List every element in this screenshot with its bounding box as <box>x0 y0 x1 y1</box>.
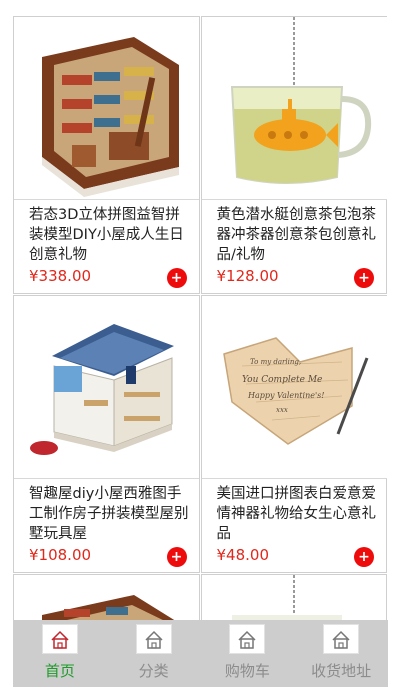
product-image-dollhouse-library[interactable] <box>14 575 199 621</box>
tab-label: 首页 <box>44 662 75 680</box>
heart-text-line2: You Complete Me <box>242 375 322 385</box>
heart-text-line4: xxx <box>276 406 288 414</box>
tab-label: 分类 <box>138 662 169 680</box>
product-card[interactable] <box>13 574 200 622</box>
product-grid: 若态3D立体拼图益智拼装模型DIY小屋成人生日创意礼物 ¥338.00 + 黄色… <box>13 16 388 623</box>
card-divider <box>201 478 387 479</box>
add-to-cart-button[interactable]: + <box>354 268 374 288</box>
product-card[interactable]: To my darling, You Complete Me Happy Val… <box>200 295 387 573</box>
heart-text-line1: To my darling, <box>250 358 301 366</box>
bottom-tab-bar: 首页 分类 购物车 收货地址 <box>13 620 388 687</box>
add-to-cart-button[interactable]: + <box>166 268 187 288</box>
tab-label: 购物车 <box>224 662 270 680</box>
tab-label: 收货地址 <box>311 662 372 680</box>
product-title[interactable]: 智趣屋diy小屋西雅图手工制作房子拼装模型屋别墅玩具屋 <box>29 484 189 544</box>
product-image-submarine-tea-infuser[interactable] <box>201 575 387 621</box>
home-icon <box>41 624 78 654</box>
product-price: ¥128.00 <box>216 267 279 285</box>
product-title[interactable]: 若态3D立体拼图益智拼装模型DIY小屋成人生日创意礼物 <box>29 205 189 265</box>
product-image-dollhouse-library[interactable] <box>14 17 199 199</box>
product-title[interactable]: 美国进口拼图表白爱意爱情神器礼物给女生心意礼品 <box>217 484 377 544</box>
home-icon <box>229 624 266 654</box>
tab-cart[interactable]: 购物车 <box>201 620 295 687</box>
product-title[interactable]: 黄色潜水艇创意茶包泡茶器冲茶器创意茶包创意礼品/礼物 <box>217 205 377 265</box>
product-card[interactable]: 黄色潜水艇创意茶包泡茶器冲茶器创意茶包创意礼品/礼物 ¥128.00 + <box>200 16 387 294</box>
heart-text-line3: Happy Valentine's! <box>247 391 325 400</box>
product-image-heart-puzzle[interactable]: To my darling, You Complete Me Happy Val… <box>201 296 387 478</box>
home-icon <box>323 624 360 654</box>
card-divider <box>201 199 387 200</box>
product-row: 若态3D立体拼图益智拼装模型DIY小屋成人生日创意礼物 ¥338.00 + 黄色… <box>13 16 388 295</box>
product-image-dollhouse-seattle[interactable] <box>14 296 199 478</box>
home-icon <box>135 624 172 654</box>
card-divider <box>14 199 199 200</box>
product-price: ¥338.00 <box>29 267 92 285</box>
product-image-submarine-tea-infuser[interactable] <box>201 17 387 199</box>
tab-category[interactable]: 分类 <box>107 620 201 687</box>
product-price: ¥48.00 <box>216 546 270 564</box>
product-card[interactable] <box>200 574 387 622</box>
card-divider <box>14 478 199 479</box>
tab-address[interactable]: 收货地址 <box>294 620 388 687</box>
product-card[interactable]: 智趣屋diy小屋西雅图手工制作房子拼装模型屋别墅玩具屋 ¥108.00 + <box>13 295 200 573</box>
product-card[interactable]: 若态3D立体拼图益智拼装模型DIY小屋成人生日创意礼物 ¥338.00 + <box>13 16 200 294</box>
add-to-cart-button[interactable]: + <box>166 547 187 567</box>
product-row <box>13 574 388 623</box>
tab-home[interactable]: 首页 <box>13 620 107 687</box>
add-to-cart-button[interactable]: + <box>354 547 374 567</box>
product-price: ¥108.00 <box>29 546 92 564</box>
product-row: 智趣屋diy小屋西雅图手工制作房子拼装模型屋别墅玩具屋 ¥108.00 + To… <box>13 295 388 574</box>
